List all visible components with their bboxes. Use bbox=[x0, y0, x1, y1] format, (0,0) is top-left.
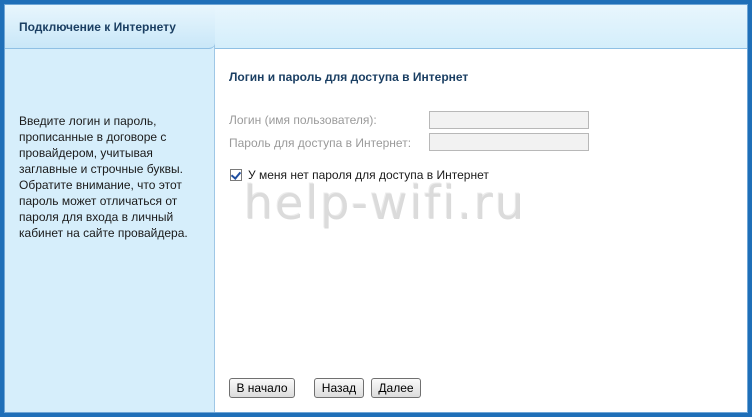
sidebar: Подключение к Интернету Введите логин и … bbox=[5, 5, 215, 412]
password-label: Пароль для доступа в Интернет: bbox=[229, 136, 412, 150]
password-input[interactable] bbox=[429, 133, 589, 151]
wizard-window: Подключение к Интернету Введите логин и … bbox=[4, 4, 748, 413]
login-input[interactable] bbox=[429, 111, 589, 129]
help-text: Введите логин и пароль, прописанные в до… bbox=[19, 114, 188, 240]
no-password-label[interactable]: У меня нет пароля для доступа в Интернет bbox=[248, 168, 489, 182]
start-button[interactable]: В начало bbox=[229, 378, 295, 398]
back-button[interactable]: Назад bbox=[314, 378, 364, 398]
sidebar-tab: Подключение к Интернету bbox=[5, 5, 215, 49]
login-label: Логин (имя пользователя): bbox=[229, 113, 377, 127]
next-button[interactable]: Далее bbox=[371, 378, 421, 398]
watermark-text: help-wifi.ru bbox=[243, 175, 526, 229]
sidebar-tab-title: Подключение к Интернету bbox=[19, 20, 176, 34]
content-header bbox=[215, 5, 747, 49]
section-title: Логин и пароль для доступа в Интернет bbox=[229, 70, 469, 84]
no-password-checkbox[interactable] bbox=[230, 169, 242, 181]
